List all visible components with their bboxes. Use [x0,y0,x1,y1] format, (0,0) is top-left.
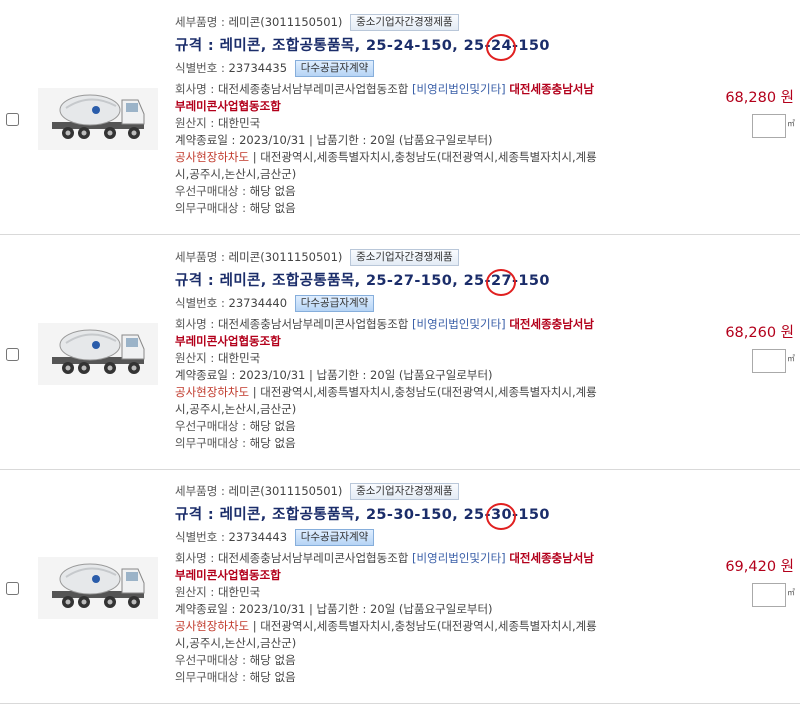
contract-info: 계약종료일 : 2023/10/31 | 납품기한 : 20일 (납품요구일로부… [175,602,493,616]
price: 68,260 원 [725,325,794,341]
quantity-input[interactable] [752,583,786,607]
delivery-text-cont: 시,공주시,논산시,금산군) [175,167,297,181]
priority-label: 우선구매대상 : [175,419,250,433]
id-label: 식별번호 : [175,61,229,75]
mandatory-label: 의무구매대상 : [175,436,250,450]
contract-badge: 다수공급자계약 [294,60,375,77]
mandatory-label: 의무구매대상 : [175,670,250,684]
product-row: 세부품명 : 레미콘(3011150501) 중소기업자간경쟁제품 규격 : 레… [0,0,800,235]
contract-info: 계약종료일 : 2023/10/31 | 납품기한 : 20일 (납품요구일로부… [175,368,493,382]
spec-text: 규격 : 레미콘, 조합공통품목, 25-30-150, 25- [175,507,491,523]
spec-title[interactable]: 규격 : 레미콘, 조합공통품목, 25-24-150, 25-24-150 [175,33,675,61]
company-label: 회사명 : [175,82,218,96]
id-value: 23734435 [228,61,288,75]
delivery-text-cont: 시,공주시,논산시,금산군) [175,636,297,650]
sme-badge: 중소기업자간경쟁제품 [350,483,459,500]
spec-title[interactable]: 규격 : 레미콘, 조합공통품목, 25-27-150, 25-27-150 [175,268,675,296]
id-label: 식별번호 : [175,530,229,544]
origin-label: 원산지 : [175,116,218,130]
delivery-text-cont: 시,공주시,논산시,금산군) [175,402,297,416]
detail-label: 세부품명 : [175,15,229,29]
spec-circled-value: 27 [485,268,516,296]
unit-label: ㎥ [787,354,795,363]
spec-suffix: -150 [511,273,550,289]
company-category: [비영리법인및기타] [412,317,506,331]
product-row: 세부품명 : 레미콘(3011150501) 중소기업자간경쟁제품 규격 : 레… [0,469,800,704]
select-checkbox[interactable] [6,348,19,361]
contract-badge: 다수공급자계약 [294,295,375,312]
detail-value: 레미콘(3011150501) [228,15,343,29]
company-label: 회사명 : [175,317,218,331]
spec-circled-value: 30 [485,502,516,530]
delivery-text: | 대전광역시,세종특별자치시,충청남도(대전광역시,세종특별자치시,계룡 [249,385,597,399]
concrete-mixer-truck-icon[interactable] [38,557,158,619]
quantity-input[interactable] [752,349,786,373]
quantity-input[interactable] [752,114,786,138]
id-label: 식별번호 : [175,296,229,310]
company-highlight-1: 대전세종충남서남 [509,317,594,331]
product-row: 세부품명 : 레미콘(3011150501) 중소기업자간경쟁제품 규격 : 레… [0,235,800,470]
delivery-label: 공사현장하차도 [175,385,250,399]
origin-label: 원산지 : [175,585,218,599]
company-highlight-2: 부레미콘사업협동조합 [175,568,281,582]
sme-badge: 중소기업자간경쟁제품 [350,249,459,266]
company-value[interactable]: 대전세종충남서남부레미콘사업협동조합 [218,317,408,331]
origin-value: 대한민국 [217,585,261,599]
spec-title[interactable]: 규격 : 레미콘, 조합공통품목, 25-30-150, 25-30-150 [175,502,675,530]
spec-text: 규격 : 레미콘, 조합공통품목, 25-27-150, 25- [175,273,491,289]
priority-value: 해당 없음 [249,184,296,198]
mandatory-value: 해당 없음 [249,670,296,684]
company-highlight-2: 부레미콘사업협동조합 [175,99,281,113]
sme-badge: 중소기업자간경쟁제품 [350,14,459,31]
contract-info: 계약종료일 : 2023/10/31 | 납품기한 : 20일 (납품요구일로부… [175,133,493,147]
mandatory-value: 해당 없음 [249,436,296,450]
id-value: 23734443 [228,530,288,544]
id-value: 23734440 [228,296,288,310]
detail-label: 세부품명 : [175,484,229,498]
spec-circled-value: 24 [485,33,516,61]
price: 69,420 원 [725,559,794,575]
unit-label: ㎥ [787,588,795,597]
company-category: [비영리법인및기타] [412,551,506,565]
origin-label: 원산지 : [175,351,218,365]
delivery-text: | 대전광역시,세종특별자치시,충청남도(대전광역시,세종특별자치시,계룡 [249,619,597,633]
priority-label: 우선구매대상 : [175,653,250,667]
mandatory-value: 해당 없음 [249,201,296,215]
origin-value: 대한민국 [217,116,261,130]
company-label: 회사명 : [175,551,218,565]
delivery-label: 공사현장하차도 [175,150,250,164]
delivery-label: 공사현장하차도 [175,619,250,633]
origin-value: 대한민국 [217,351,261,365]
price: 68,280 원 [725,90,794,106]
product-info: 세부품명 : 레미콘(3011150501) 중소기업자간경쟁제품 규격 : 레… [175,235,675,452]
select-checkbox[interactable] [6,582,19,595]
company-highlight-2: 부레미콘사업협동조합 [175,334,281,348]
priority-value: 해당 없음 [249,419,296,433]
concrete-mixer-truck-icon[interactable] [38,88,158,150]
select-checkbox[interactable] [6,113,19,126]
concrete-mixer-truck-icon[interactable] [38,323,158,385]
priority-value: 해당 없음 [249,653,296,667]
detail-label: 세부품명 : [175,250,229,264]
company-value[interactable]: 대전세종충남서남부레미콘사업협동조합 [218,551,408,565]
company-highlight-1: 대전세종충남서남 [509,551,594,565]
product-info: 세부품명 : 레미콘(3011150501) 중소기업자간경쟁제품 규격 : 레… [175,0,675,217]
contract-badge: 다수공급자계약 [294,529,375,546]
detail-value: 레미콘(3011150501) [228,484,343,498]
spec-text: 규격 : 레미콘, 조합공통품목, 25-24-150, 25- [175,38,491,54]
detail-value: 레미콘(3011150501) [228,250,343,264]
company-category: [비영리법인및기타] [412,82,506,96]
unit-label: ㎥ [787,119,795,128]
spec-suffix: -150 [511,507,550,523]
spec-suffix: -150 [511,38,550,54]
product-info: 세부품명 : 레미콘(3011150501) 중소기업자간경쟁제품 규격 : 레… [175,469,675,686]
priority-label: 우선구매대상 : [175,184,250,198]
company-highlight-1: 대전세종충남서남 [509,82,594,96]
company-value[interactable]: 대전세종충남서남부레미콘사업협동조합 [218,82,408,96]
mandatory-label: 의무구매대상 : [175,201,250,215]
delivery-text: | 대전광역시,세종특별자치시,충청남도(대전광역시,세종특별자치시,계룡 [249,150,597,164]
